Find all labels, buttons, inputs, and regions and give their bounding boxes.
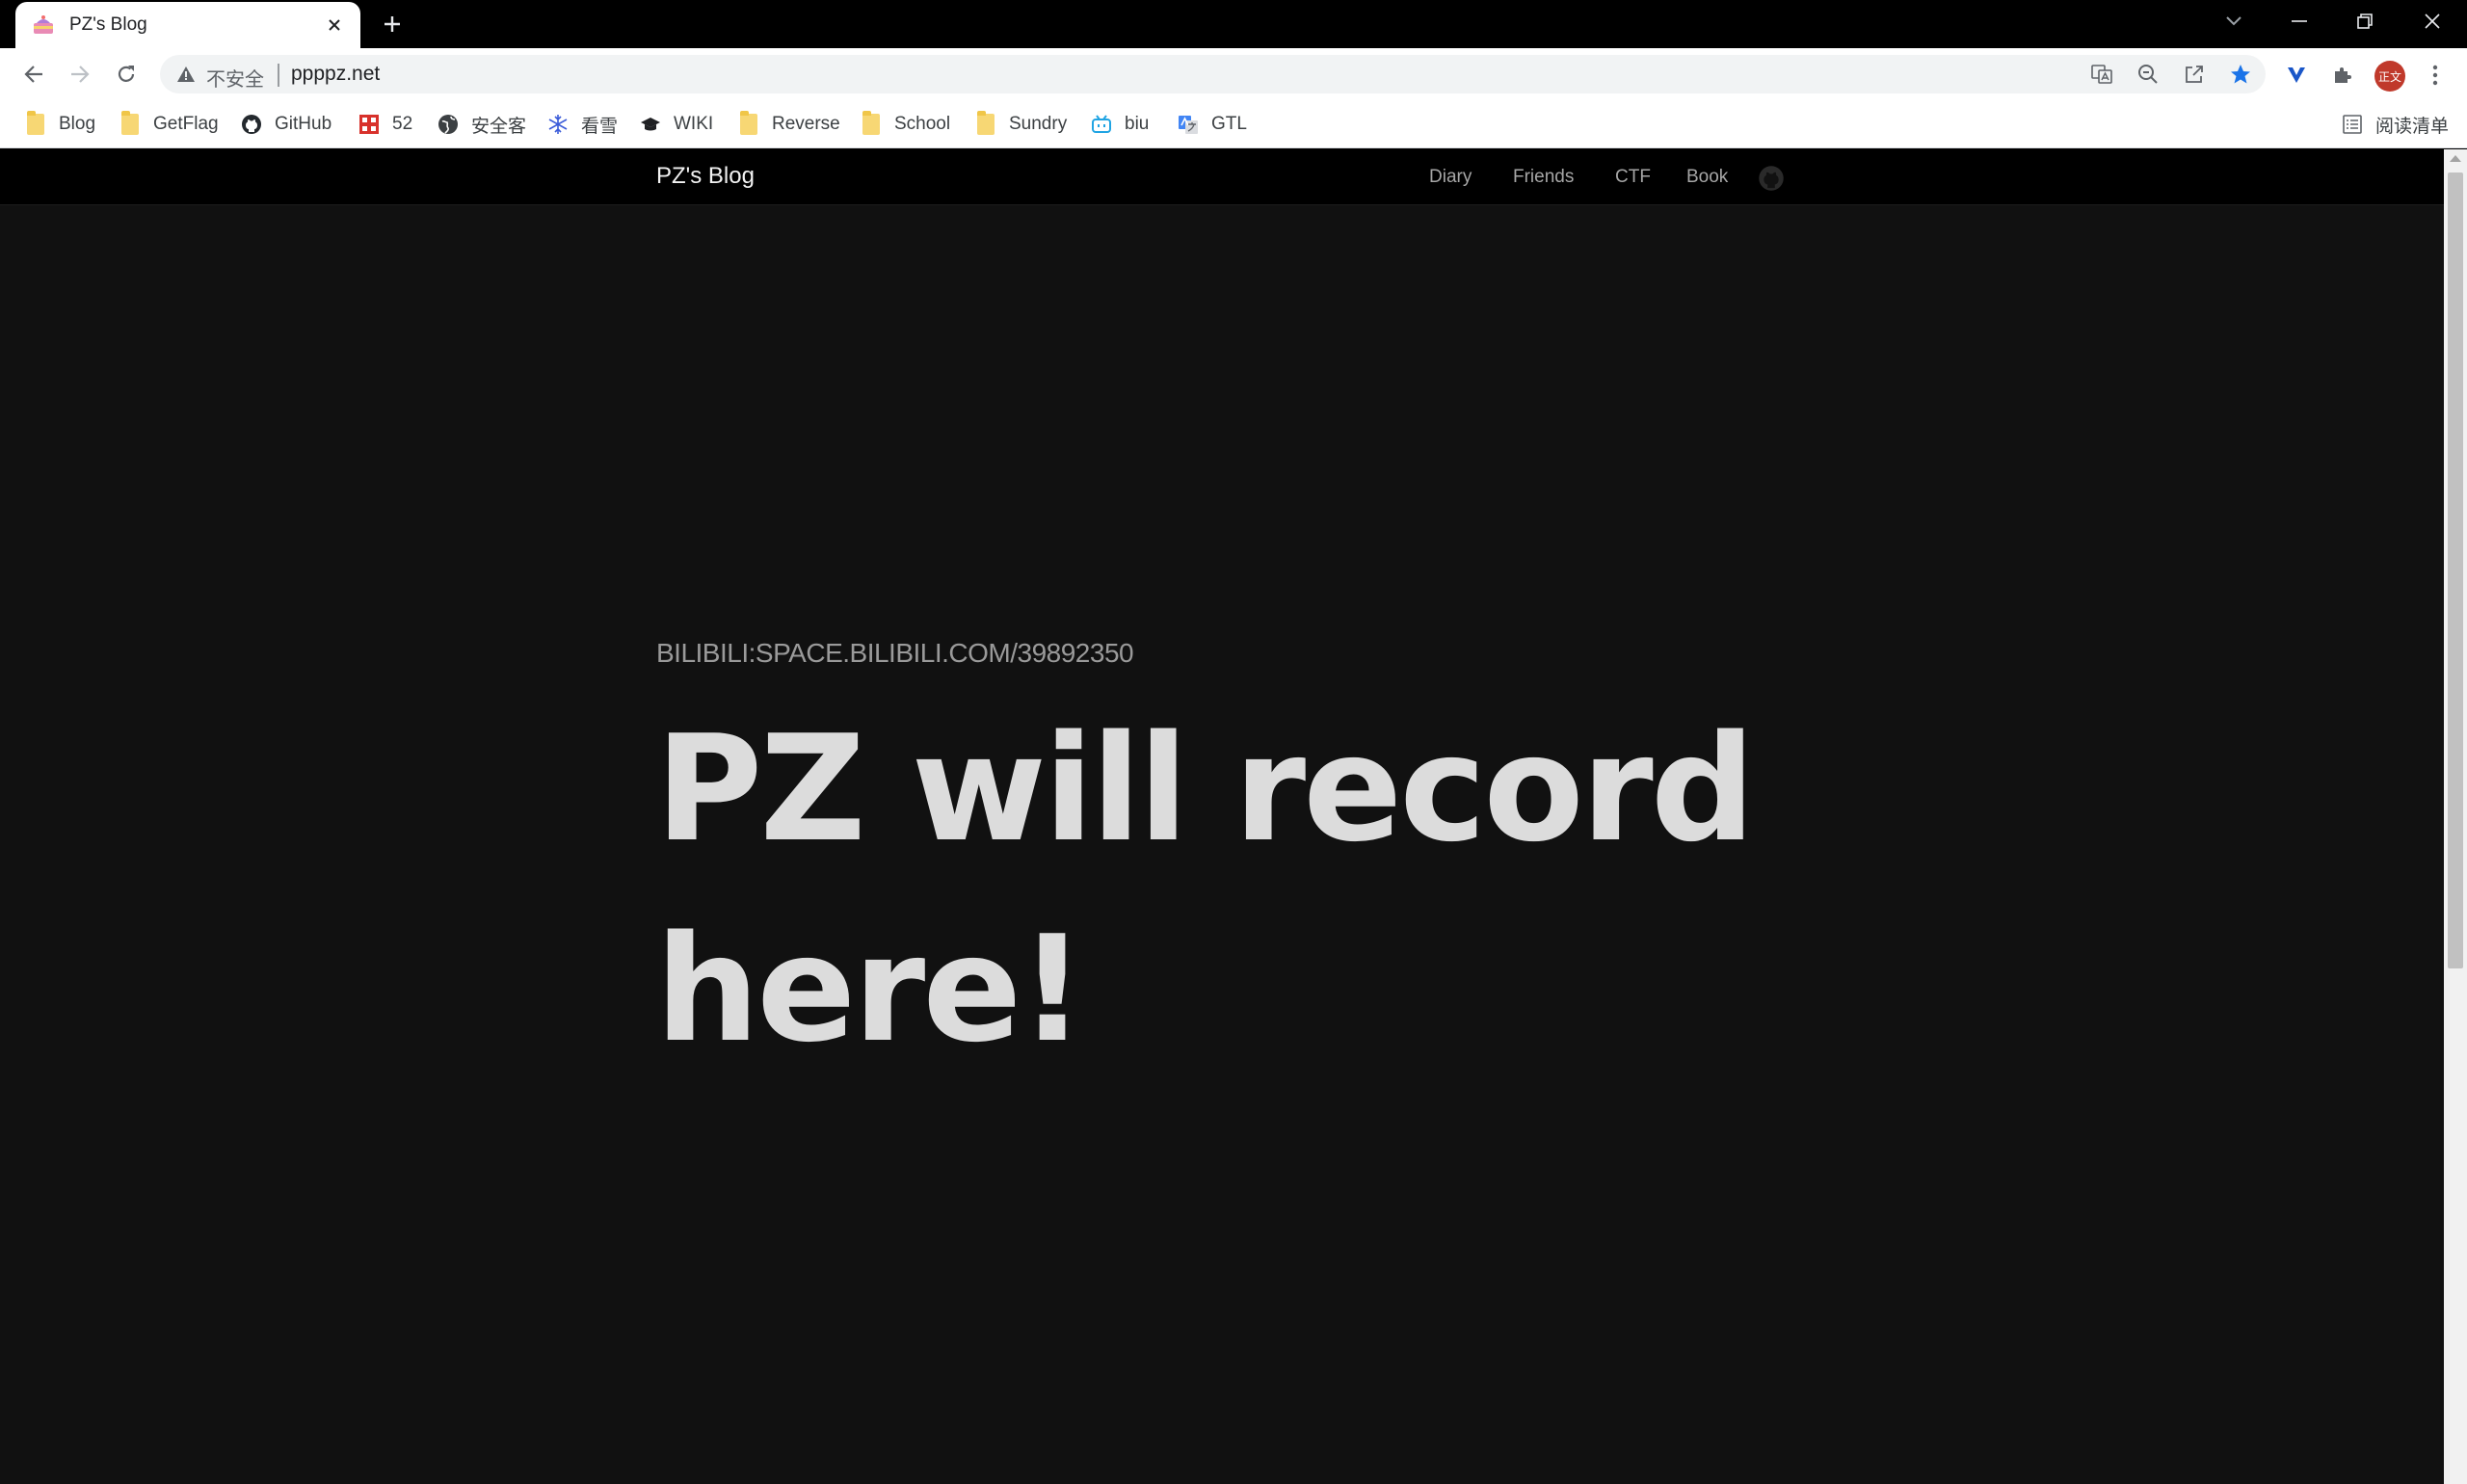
new-tab-button[interactable] [378,10,407,39]
bookmark-star-icon[interactable] [2228,62,2253,87]
extensions-puzzle-icon[interactable] [2328,61,2357,90]
hero-heading: PZ will record here! [655,703,1756,1074]
bookmark-label: School [894,114,951,134]
profile-avatar[interactable]: 正文 [2374,61,2405,92]
bookmark-getflag[interactable]: GetFlag [119,108,219,141]
bookmark-label: GitHub [275,114,332,134]
address-bar[interactable]: 不安全 ppppz.net [160,55,2266,93]
site-favicon-icon [31,13,56,38]
back-button[interactable] [17,58,50,91]
close-window-button[interactable] [2400,0,2465,42]
bookmarks-bar: Blog GetFlag GitHub 52 安全客 看雪 WIKI Rever… [0,100,2467,148]
nav-friends-link[interactable]: Friends [1513,167,1574,188]
scroll-thumb[interactable] [2448,172,2463,968]
bookmark-github[interactable]: GitHub [241,108,332,141]
bookmark-biu[interactable]: biu [1091,108,1149,141]
nav-book-link[interactable]: Book [1686,167,1728,188]
graduation-cap-icon [640,114,661,135]
tab-search-icon[interactable] [2201,0,2267,42]
tab-title: PZ's Blog [69,14,147,35]
bookmark-anquanke[interactable]: 安全客 [438,108,526,141]
52pojie-icon [358,114,380,135]
separator [278,64,279,87]
zoom-icon[interactable] [2135,62,2161,87]
folder-icon [119,111,141,135]
scroll-up-arrow-icon[interactable] [2450,155,2461,162]
tab-strip: PZ's Blog [0,0,2467,48]
bookmark-label: Blog [59,114,96,134]
snowflake-icon [547,114,569,135]
bookmark-sundry[interactable]: Sundry [975,108,1067,141]
site-navbar: PZ's Blog Diary Friends CTF Book [0,149,2444,205]
bookmark-label: WIKI [674,114,714,134]
reading-list-label: 阅读清单 [2375,116,2450,137]
bookmark-label: GTL [1211,114,1247,134]
browser-tab[interactable]: PZ's Blog [15,2,360,48]
bookmark-blog[interactable]: Blog [25,108,95,141]
bookmark-label: 看雪 [581,116,619,137]
close-tab-icon[interactable] [320,11,349,40]
github-icon [241,114,262,135]
page-scrollbar[interactable] [2444,149,2467,1484]
reading-list-icon [2342,114,2363,135]
bookmark-label: GetFlag [153,114,219,134]
bookmark-reverse[interactable]: Reverse [738,108,840,141]
bookmark-label: biu [1125,114,1150,134]
bookmark-label: 52 [392,114,413,134]
security-label[interactable]: 不安全 [206,64,264,92]
folder-icon [861,111,882,135]
bookmark-label: 安全客 [471,116,527,137]
restore-button[interactable] [2332,0,2398,42]
url-text[interactable]: ppppz.net [291,63,380,86]
extension-v-icon[interactable] [2282,61,2311,90]
bookmark-school[interactable]: School [861,108,950,141]
google-translate-icon [1178,114,1199,135]
folder-icon [738,111,759,135]
bookmark-kanxue[interactable]: 看雪 [547,108,618,141]
web-page: PZ's Blog Diary Friends CTF Book BILIBIL… [0,149,2444,1484]
warning-icon[interactable] [175,64,197,85]
hero-subtitle: BILIBILI:SPACE.BILIBILI.COM/39892350 [656,638,1134,668]
menu-kebab-icon[interactable] [2421,61,2450,90]
bookmark-label: Reverse [772,114,840,134]
forward-button[interactable] [64,58,96,91]
folder-icon [975,111,996,135]
bookmark-gtl[interactable]: GTL [1178,108,1247,141]
reload-button[interactable] [110,58,143,91]
translate-icon[interactable] [2089,62,2114,87]
bookmark-wiki[interactable]: WIKI [640,108,713,141]
site-brand-link[interactable]: PZ's Blog [656,163,755,190]
bilibili-icon [1091,114,1112,135]
bookmark-label: Sundry [1009,114,1068,134]
reading-list-button[interactable]: 阅读清单 [2342,108,2449,141]
minimize-button[interactable] [2267,0,2332,42]
share-icon[interactable] [2182,62,2207,87]
github-icon[interactable] [1758,165,1785,192]
nav-diary-link[interactable]: Diary [1429,167,1472,188]
globe-icon [438,114,459,135]
nav-ctf-link[interactable]: CTF [1615,167,1651,188]
folder-icon [25,111,46,135]
browser-toolbar: 不安全 ppppz.net 正文 [0,48,2467,100]
bookmark-52[interactable]: 52 [358,108,412,141]
